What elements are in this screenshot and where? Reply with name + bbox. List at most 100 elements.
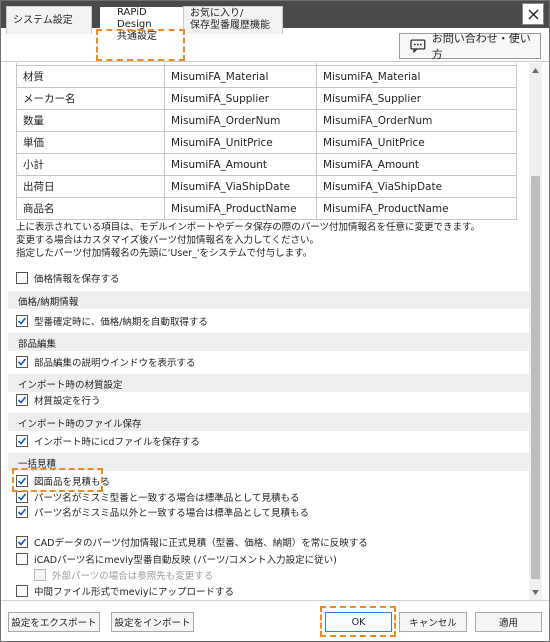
checkbox-box bbox=[16, 355, 28, 368]
tab-favorites-history[interactable]: お気に入り/ 保存型番履歴機能 bbox=[183, 6, 283, 34]
table-cell: MisumiFA_ProductName bbox=[164, 197, 317, 220]
highlight-ok bbox=[320, 606, 396, 637]
table-row: 商品名 MisumiFA_ProductName MisumiFA_Produc… bbox=[16, 197, 517, 220]
check-icon bbox=[17, 395, 27, 404]
tab-label-line1: お気に入り/ bbox=[190, 8, 244, 19]
table-row: メーカー名 MisumiFA_Supplier MisumiFA_Supplie… bbox=[16, 87, 517, 110]
table-input-cell[interactable]: MisumiFA_ProductName bbox=[316, 197, 517, 220]
checkbox-box bbox=[34, 568, 46, 581]
table-input-cell[interactable]: MisumiFA_ViaShipDate bbox=[316, 175, 517, 198]
table-cell: 商品名 bbox=[16, 197, 165, 220]
tab-system-settings[interactable]: システム設定 bbox=[6, 6, 92, 34]
checkbox-label: 外部パーツの場合は参照先も変更する bbox=[52, 570, 214, 582]
match-other-checkbox[interactable]: パーツ名がミスミ品以外と一致する場合は標準品として見積もる bbox=[16, 504, 309, 519]
section-header-price: 価格/納期情報 bbox=[8, 291, 529, 309]
checkbox-label: CADデータのパーツ付加情報に正式見積（型番、価格、納期）を常に反映する bbox=[34, 537, 368, 549]
import-settings-button[interactable]: 設定をインポート bbox=[111, 612, 194, 632]
table-input-cell[interactable]: MisumiFA_Amount bbox=[316, 153, 517, 176]
export-settings-button[interactable]: 設定をエクスポート bbox=[8, 612, 100, 632]
contact-label: お問い合わせ・使い方 bbox=[431, 32, 531, 61]
material-setting-checkbox[interactable]: 材質設定を行う bbox=[16, 392, 101, 407]
auto-price-checkbox[interactable]: 型番確定時に、価格/納期を自動取得する bbox=[16, 313, 208, 328]
button-label: 設定をインポート bbox=[114, 618, 191, 629]
table-cell: メーカー名 bbox=[16, 87, 165, 110]
section-header-import-material: インポート時の材質設定 bbox=[8, 374, 529, 392]
note-text: 上に表示されている項目は、モデルインポートやデータ保存の際のパーツ付加情報名を任… bbox=[16, 221, 521, 260]
table-cell: MisumiFA_UnitPrice bbox=[164, 131, 317, 154]
table-row: 材質 MisumiFA_Material MisumiFA_Material bbox=[16, 65, 517, 88]
settings-content: 材質 MisumiFA_Material MisumiFA_Material メ… bbox=[8, 63, 529, 600]
checkbox-box bbox=[16, 584, 28, 597]
table-cell: 材質 bbox=[16, 65, 165, 88]
table-cell: 単価 bbox=[16, 131, 165, 154]
tab-label-line2: 保存型番履歴機能 bbox=[190, 20, 270, 31]
note-line: 上に表示されている項目は、モデルインポートやデータ保存の際のパーツ付加情報名を任… bbox=[16, 222, 481, 233]
table-row: 出荷日 MisumiFA_ViaShipDate MisumiFA_ViaShi… bbox=[16, 175, 517, 198]
table-cell: MisumiFA_OrderNum bbox=[164, 109, 317, 132]
section-header-import-file: インポート時のファイル保存 bbox=[8, 413, 529, 431]
checkbox-box bbox=[16, 314, 28, 327]
highlight-quote-drawings bbox=[12, 468, 103, 492]
table-input-cell[interactable]: MisumiFA_Material bbox=[316, 65, 517, 88]
save-price-checkbox[interactable]: 価格情報を保存する bbox=[16, 270, 120, 285]
checkbox-label: 部品編集の説明ウインドウを表示する bbox=[34, 357, 196, 369]
checkbox-label: 型番確定時に、価格/納期を自動取得する bbox=[34, 316, 208, 328]
note-line: 指定したパーツ付加情報名の先頭に'User_'をシステムで付与します。 bbox=[16, 248, 313, 259]
note-line: 変更する場合はカスタマイズ後パーツ付加情報名を入力してください。 bbox=[16, 235, 319, 246]
checkbox-label: インポート時にicdファイルを保存する bbox=[34, 436, 200, 448]
scroll-up-icon[interactable] bbox=[532, 67, 539, 73]
chat-icon bbox=[410, 39, 426, 53]
tab-label: システム設定 bbox=[13, 15, 73, 26]
button-label: 設定をエクスポート bbox=[11, 618, 97, 629]
apply-button[interactable]: 適用 bbox=[475, 612, 542, 632]
table-cell: MisumiFA_Material bbox=[164, 65, 317, 88]
tab-label-line1: RAPiD Design bbox=[117, 7, 152, 30]
check-icon bbox=[17, 537, 27, 546]
check-icon bbox=[17, 492, 27, 501]
table-row: 単価 MisumiFA_UnitPrice MisumiFA_UnitPrice bbox=[16, 131, 517, 154]
scrollbar-thumb[interactable] bbox=[531, 176, 540, 579]
checkbox-box bbox=[16, 490, 28, 503]
checkbox-box bbox=[16, 393, 28, 406]
save-icd-checkbox[interactable]: インポート時にicdファイルを保存する bbox=[16, 433, 200, 448]
checkbox-label: 価格情報を保存する bbox=[34, 273, 120, 285]
checkbox-label: パーツ名がミスミ品以外と一致する場合は標準品として見積もる bbox=[34, 507, 310, 519]
table-row: 小計 MisumiFA_Amount MisumiFA_Amount bbox=[16, 153, 517, 176]
checkbox-label: iCADパーツ名にmeviy型番自動反映 (パーツ/コメント入力設定に従い) bbox=[34, 554, 337, 566]
checkbox-box bbox=[16, 552, 28, 565]
checkbox-box bbox=[16, 505, 28, 518]
cad-reflect-checkbox[interactable]: CADデータのパーツ付加情報に正式見積（型番、価格、納期）を常に反映する bbox=[16, 534, 368, 549]
checkbox-label: 中間ファイル形式でmeviyにアップロードする bbox=[34, 586, 234, 598]
icad-reflect-checkbox[interactable]: iCADパーツ名にmeviy型番自動反映 (パーツ/コメント入力設定に従い) bbox=[16, 551, 337, 566]
external-parts-checkbox[interactable]: 外部パーツの場合は参照先も変更する bbox=[34, 567, 213, 582]
check-icon bbox=[17, 316, 27, 325]
check-icon bbox=[17, 436, 27, 445]
table-cell: 小計 bbox=[16, 153, 165, 176]
table-cell: MisumiFA_ViaShipDate bbox=[164, 175, 317, 198]
section-header-parts-edit: 部品編集 bbox=[8, 333, 529, 351]
property-name-table: 材質 MisumiFA_Material MisumiFA_Material メ… bbox=[16, 63, 517, 220]
table-input-cell[interactable]: MisumiFA_Supplier bbox=[316, 87, 517, 110]
cancel-button[interactable]: キャンセル bbox=[399, 612, 467, 632]
table-cell: MisumiFA_Amount bbox=[164, 153, 317, 176]
vertical-scrollbar[interactable] bbox=[529, 63, 542, 600]
table-input-cell[interactable]: MisumiFA_OrderNum bbox=[316, 109, 517, 132]
button-label: 適用 bbox=[498, 618, 518, 629]
button-label: キャンセル bbox=[409, 618, 457, 629]
checkbox-label: 材質設定を行う bbox=[34, 395, 101, 407]
contact-help-button[interactable]: お問い合わせ・使い方 bbox=[399, 32, 541, 61]
table-cell: 数量 bbox=[16, 109, 165, 132]
highlight-tab bbox=[96, 29, 185, 61]
checkbox-box bbox=[16, 271, 28, 284]
table-cell: MisumiFA_Supplier bbox=[164, 87, 317, 110]
close-icon bbox=[528, 9, 538, 19]
scroll-down-icon[interactable] bbox=[532, 590, 539, 596]
table-cell: 出荷日 bbox=[16, 175, 165, 198]
close-button[interactable] bbox=[522, 3, 544, 25]
table-row: 数量 MisumiFA_OrderNum MisumiFA_OrderNum bbox=[16, 109, 517, 132]
checkbox-box bbox=[16, 434, 28, 447]
table-input-cell[interactable]: MisumiFA_UnitPrice bbox=[316, 131, 517, 154]
check-icon bbox=[17, 357, 27, 366]
upload-meviy-checkbox[interactable]: 中間ファイル形式でmeviyにアップロードする bbox=[16, 583, 234, 598]
show-desc-checkbox[interactable]: 部品編集の説明ウインドウを表示する bbox=[16, 354, 196, 369]
